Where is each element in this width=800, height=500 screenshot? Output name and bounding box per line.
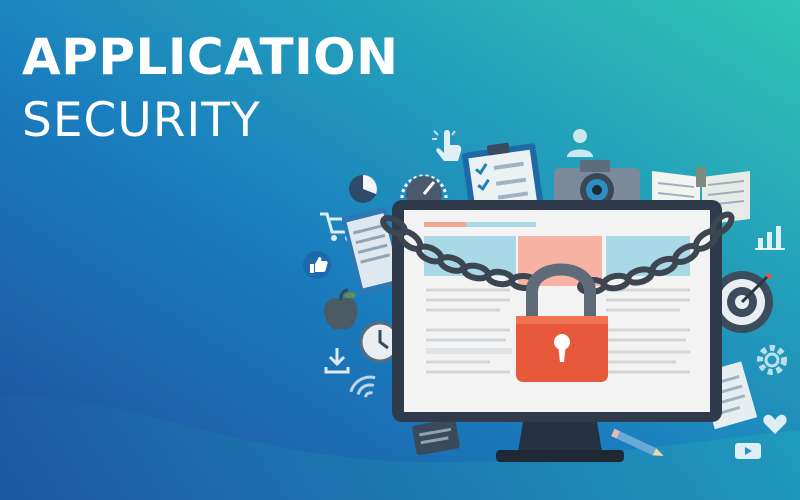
locked-monitor-illustration <box>380 200 735 462</box>
title-line-2: SECURITY <box>22 93 261 148</box>
user-icon <box>567 129 593 157</box>
banner: APPLICATION SECURITY <box>0 0 800 500</box>
heart-icon <box>763 414 787 434</box>
pie-chart-icon <box>349 175 377 203</box>
monitor-base <box>496 450 624 462</box>
bar-chart-icon <box>755 226 785 250</box>
apple-icon <box>324 288 358 330</box>
title-line-1: APPLICATION <box>22 28 399 86</box>
thumbs-up-icon <box>303 251 331 279</box>
gear-icon <box>757 345 787 375</box>
